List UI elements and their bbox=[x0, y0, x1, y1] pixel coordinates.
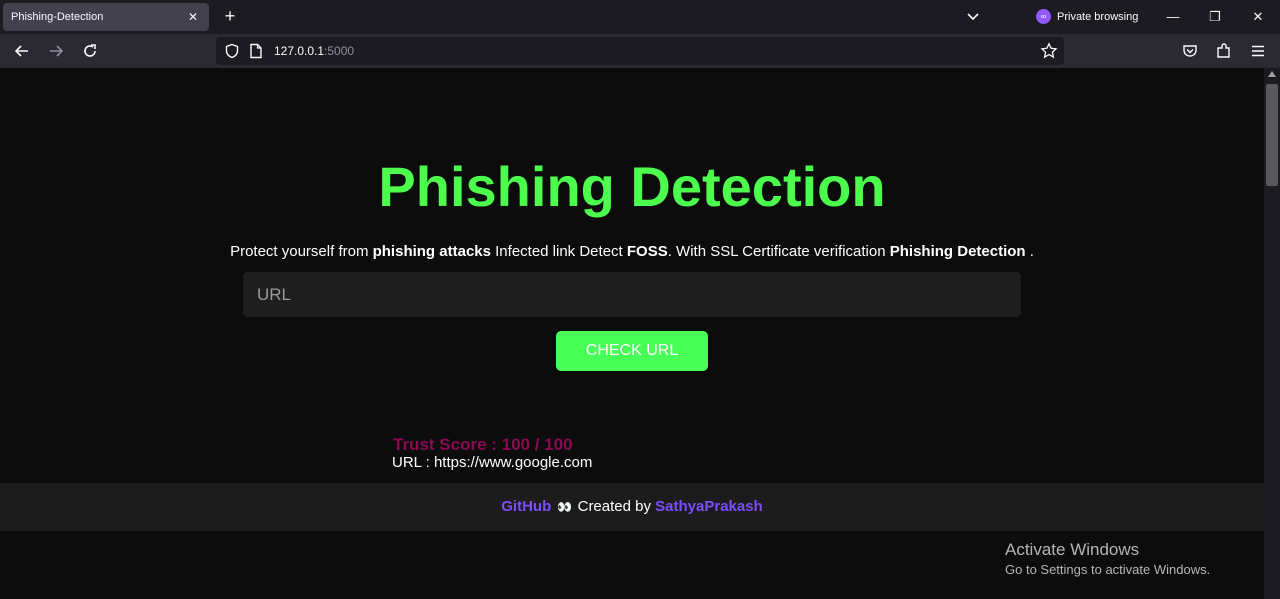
tab-list-chevron-icon[interactable] bbox=[963, 8, 983, 26]
bookmark-star-icon[interactable] bbox=[1040, 42, 1058, 65]
check-url-button[interactable]: CHECK URL bbox=[556, 331, 708, 371]
tagline-text-1: Protect yourself from bbox=[230, 243, 373, 260]
activate-windows-watermark: Activate Windows Go to Settings to activ… bbox=[1005, 540, 1210, 577]
page-info-icon[interactable] bbox=[249, 43, 263, 64]
url-input[interactable] bbox=[243, 272, 1021, 317]
author-link[interactable]: SathyaPrakash bbox=[655, 498, 763, 515]
menu-hamburger-icon[interactable] bbox=[1249, 42, 1267, 60]
trust-score: Trust Score : 100 / 100 bbox=[393, 435, 573, 454]
footer: GitHub 👀 Created by SathyaPrakash bbox=[0, 483, 1264, 531]
back-arrow-icon[interactable] bbox=[13, 42, 31, 60]
tagline: Protect yourself from phishing attacks I… bbox=[0, 243, 1264, 260]
scroll-thumb[interactable] bbox=[1266, 84, 1278, 186]
tagline-bold-phishing-detection: Phishing Detection bbox=[889, 243, 1026, 260]
forward-arrow-icon[interactable] bbox=[47, 42, 65, 60]
restore-button[interactable]: ❐ bbox=[1206, 8, 1224, 26]
tab-close-icon[interactable]: ✕ bbox=[185, 10, 201, 24]
shield-icon[interactable] bbox=[224, 43, 240, 64]
close-window-button[interactable]: ✕ bbox=[1249, 8, 1267, 26]
activate-windows-subtitle: Go to Settings to activate Windows. bbox=[1005, 562, 1211, 577]
checked-url-result: URL : https://www.google.com bbox=[392, 454, 593, 471]
tagline-text-3: . With SSL Certificate verification bbox=[667, 243, 890, 260]
navigation-bar: 127.0.0.1:5000 bbox=[0, 34, 1280, 68]
eyes-icon: 👀 bbox=[556, 500, 572, 514]
page-title: Phishing Detection bbox=[378, 155, 886, 218]
minimize-button[interactable]: — bbox=[1164, 8, 1182, 26]
tab-title: Phishing-Detection bbox=[11, 11, 104, 23]
tab-bar: Phishing-Detection ✕ + ∞ Private browsin… bbox=[0, 0, 1280, 34]
address-bar[interactable]: 127.0.0.1:5000 bbox=[216, 37, 1064, 65]
url-text: 127.0.0.1:5000 bbox=[274, 44, 354, 58]
tagline-bold-phishing-attacks: phishing attacks bbox=[372, 243, 491, 260]
tagline-text-4: . bbox=[1025, 243, 1034, 260]
page-scrollbar[interactable] bbox=[1264, 68, 1280, 599]
private-mask-icon: ∞ bbox=[1036, 9, 1051, 24]
url-host: 127.0.0.1 bbox=[274, 44, 325, 58]
private-browsing-label: Private browsing bbox=[1057, 10, 1139, 23]
tagline-bold-foss: FOSS bbox=[626, 243, 668, 260]
private-browsing-indicator: ∞ Private browsing bbox=[1036, 9, 1138, 24]
tab-phishing-detection[interactable]: Phishing-Detection ✕ bbox=[3, 3, 209, 31]
pocket-icon[interactable] bbox=[1181, 42, 1199, 60]
reload-icon[interactable] bbox=[81, 42, 99, 60]
new-tab-button[interactable]: + bbox=[220, 6, 240, 26]
activate-windows-title: Activate Windows bbox=[1005, 540, 1140, 559]
scroll-up-arrow-icon[interactable] bbox=[1268, 71, 1276, 77]
url-port: :5000 bbox=[324, 44, 355, 58]
created-by-text: Created by bbox=[573, 498, 656, 515]
tagline-text-2: Infected link Detect bbox=[490, 243, 627, 260]
extensions-icon[interactable] bbox=[1215, 42, 1233, 60]
github-link[interactable]: GitHub bbox=[501, 498, 551, 515]
